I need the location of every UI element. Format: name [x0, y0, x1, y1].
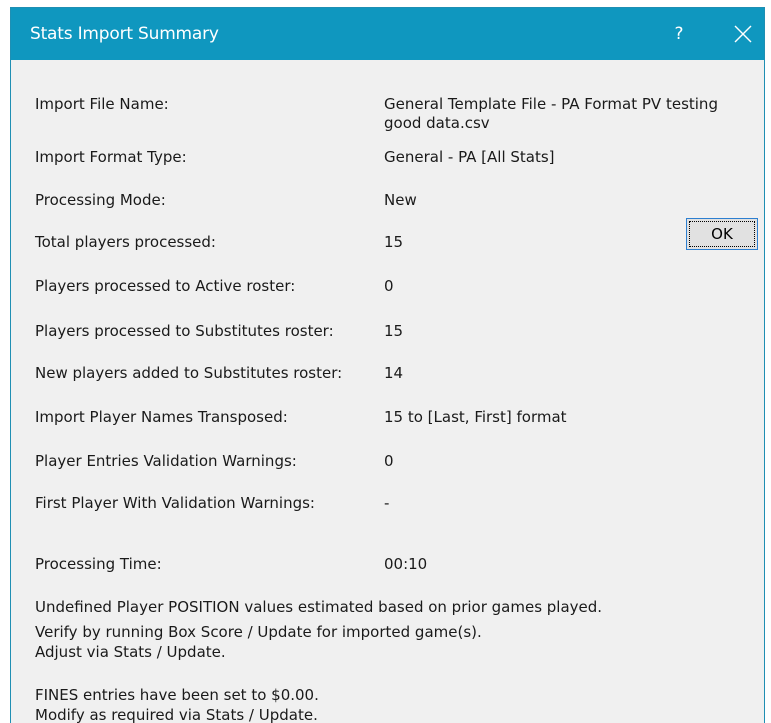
modify-fines-note: Modify as required via Stats / Update. [35, 706, 318, 723]
dialog-title: Stats Import Summary [30, 24, 219, 44]
new-substitutes-value: 14 [384, 364, 404, 382]
processing-time-label: Processing Time: [35, 555, 162, 573]
active-roster-label: Players processed to Active roster: [35, 277, 296, 295]
import-file-name-label: Import File Name: [35, 95, 169, 113]
stats-import-summary-dialog: Stats Import Summary ? Import File Name:… [10, 7, 765, 723]
processing-time-value: 00:10 [384, 555, 428, 573]
processing-mode-value: New [384, 191, 417, 209]
total-players-value: 15 [384, 233, 404, 251]
first-warning-player-value: - [384, 494, 390, 512]
import-format-type-label: Import Format Type: [35, 148, 187, 166]
position-estimate-note: Undefined Player POSITION values estimat… [35, 598, 603, 616]
validation-warnings-label: Player Entries Validation Warnings: [35, 452, 297, 470]
help-icon[interactable]: ? [657, 8, 701, 60]
import-file-name-value: General Template File - PA Format PV tes… [384, 95, 718, 132]
summary-content: Import File Name: General Template File … [11, 60, 764, 723]
import-format-type-value: General - PA [All Stats] [384, 148, 555, 166]
substitutes-roster-value: 15 [384, 322, 404, 340]
first-warning-player-label: First Player With Validation Warnings: [35, 494, 315, 512]
ok-button[interactable]: OK [686, 218, 758, 250]
title-bar: Stats Import Summary ? [11, 8, 764, 60]
new-substitutes-label: New players added to Substitutes roster: [35, 364, 343, 382]
names-transposed-label: Import Player Names Transposed: [35, 408, 288, 426]
close-icon[interactable] [721, 8, 764, 60]
substitutes-roster-label: Players processed to Substitutes roster: [35, 322, 334, 340]
ok-button-label: OK [689, 221, 755, 247]
fines-note: FINES entries have been set to $0.00. [35, 686, 319, 704]
processing-mode-label: Processing Mode: [35, 191, 166, 209]
active-roster-value: 0 [384, 277, 394, 295]
names-transposed-value: 15 to [Last, First] format [384, 408, 567, 426]
adjust-stats-note: Adjust via Stats / Update. [35, 643, 226, 661]
verify-box-score-note: Verify by running Box Score / Update for… [35, 623, 482, 641]
total-players-label: Total players processed: [35, 233, 216, 251]
validation-warnings-value: 0 [384, 452, 394, 470]
